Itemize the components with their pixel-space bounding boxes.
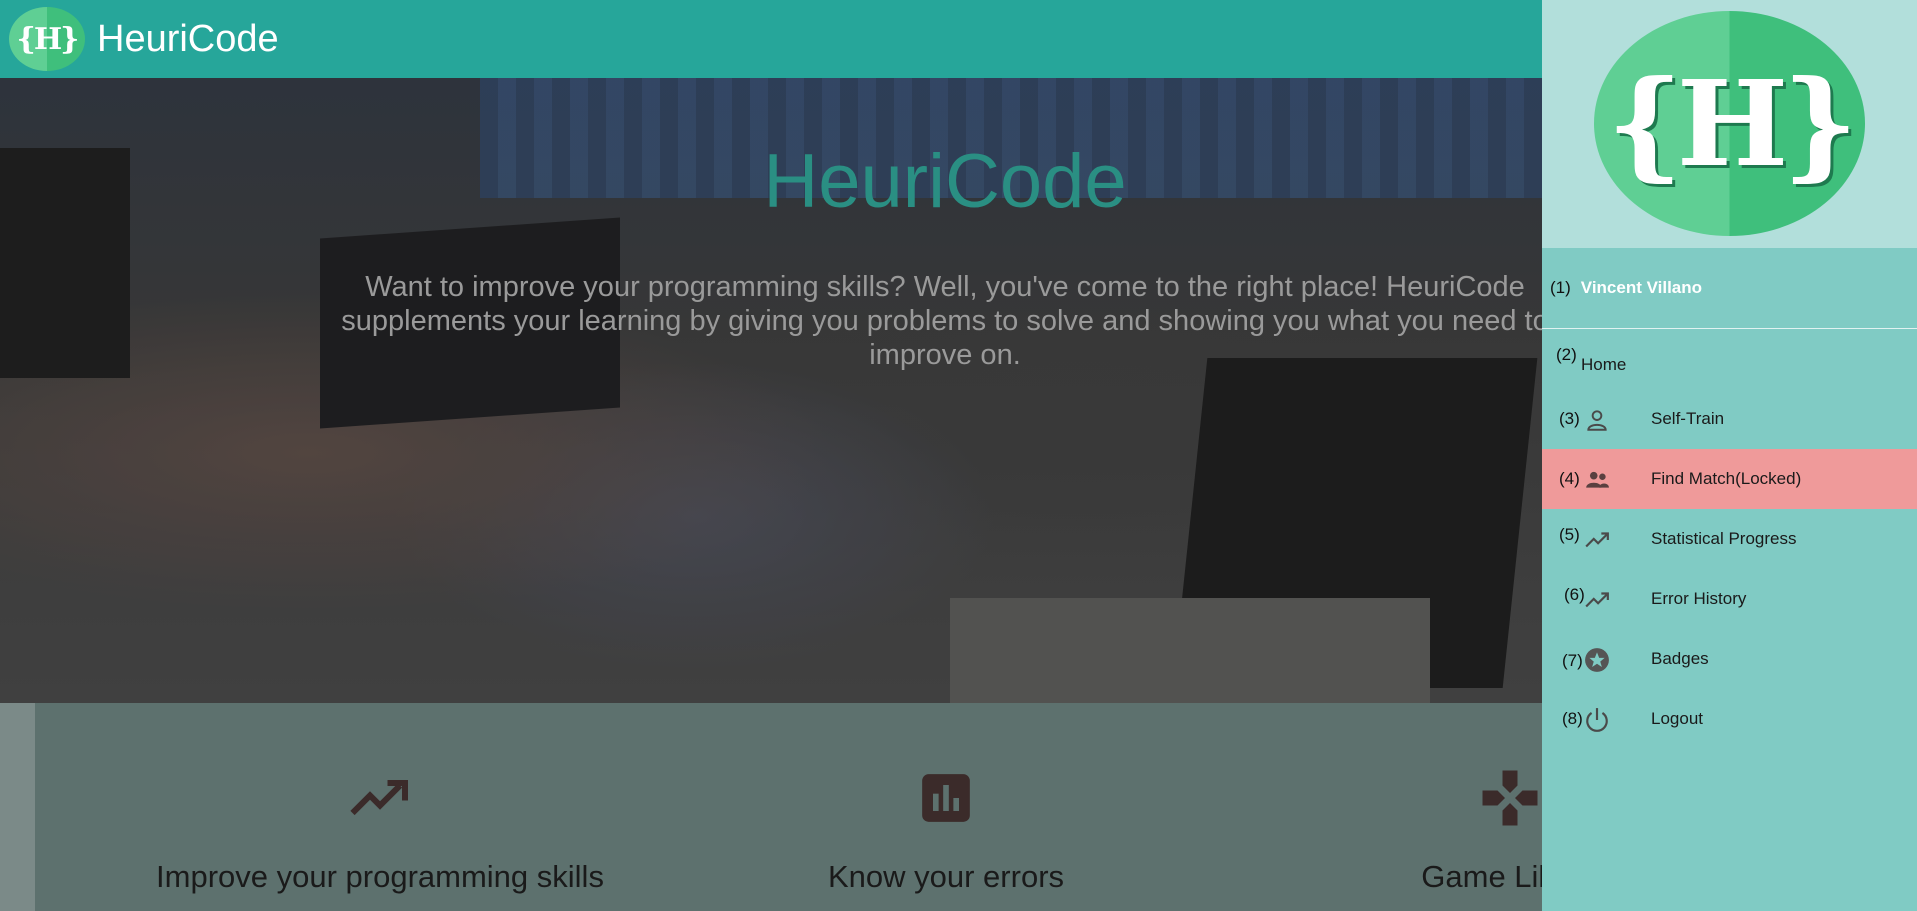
item-number: (8) — [1562, 709, 1583, 728]
nav-header: {H} — [1542, 0, 1917, 248]
sidebar-item-label: Logout — [1651, 709, 1703, 728]
sidebar-item-find-match[interactable]: (4) Find Match(Locked) — [1542, 449, 1917, 509]
sidebar-item-label: Error History — [1651, 589, 1747, 608]
sidebar-item-label: Find Match(Locked) — [1651, 469, 1802, 488]
trending-up-icon — [1585, 592, 1609, 608]
features-left-strip — [0, 703, 35, 911]
item-number: (5) — [1559, 525, 1580, 544]
sidebar-item-badges[interactable]: (7) Badges — [1542, 629, 1917, 689]
top-app-bar: {H} HeuriCode — [0, 0, 1542, 78]
nav-logo: {H} — [1594, 11, 1865, 236]
brand-logo-text: {H} — [16, 21, 80, 57]
nav-logo-text: {H} — [1606, 54, 1858, 193]
sidebar-item-label: Self-Train — [1651, 409, 1725, 428]
nav-user-row[interactable]: (1) Vincent Villano — [1542, 248, 1917, 329]
sidebar-item-error-history[interactable]: (6) Error History — [1542, 569, 1917, 629]
trending-up-icon — [80, 763, 680, 833]
star-badge-icon — [1585, 648, 1609, 672]
brand-title[interactable]: HeuriCode — [97, 18, 279, 61]
side-navigation: {H} (1) Vincent Villano (2) Home (3) Sel… — [1542, 0, 1917, 911]
trending-up-icon — [1585, 532, 1609, 548]
user-name: Vincent Villano — [1580, 278, 1703, 297]
item-number: (2) — [1556, 345, 1577, 364]
sidebar-item-label: Statistical Progress — [1651, 529, 1797, 548]
sidebar-item-self-train[interactable]: (3) Self-Train — [1542, 389, 1917, 449]
sidebar-item-label: Badges — [1651, 649, 1709, 668]
sidebar-item-statistical-progress[interactable]: (5) Statistical Progress — [1542, 509, 1917, 569]
people-icon — [1586, 471, 1609, 488]
item-number: (1) — [1550, 278, 1571, 297]
person-icon — [1587, 410, 1607, 431]
feature-improve-skills: Improve your programming skills — [80, 703, 680, 895]
features-section: Improve your programming skills Know you… — [0, 703, 1599, 911]
item-number: (4) — [1559, 469, 1580, 488]
feature-know-errors: Know your errors — [646, 703, 1246, 895]
bar-chart-icon — [646, 763, 1246, 833]
sidebar-item-home[interactable]: (2) Home — [1542, 329, 1917, 389]
item-number: (6) — [1564, 585, 1585, 604]
hero-description: Want to improve your programming skills?… — [341, 271, 1549, 371]
sidebar-item-label: Home — [1581, 355, 1627, 374]
item-number: (3) — [1559, 409, 1580, 428]
brand-logo[interactable]: {H} — [9, 7, 85, 71]
feature-title: Know your errors — [827, 859, 1065, 894]
sidebar-item-logout[interactable]: (8) Logout — [1542, 689, 1917, 749]
feature-title: Improve your programming skills — [156, 859, 604, 894]
power-icon — [1586, 708, 1608, 732]
item-number: (7) — [1562, 651, 1583, 670]
